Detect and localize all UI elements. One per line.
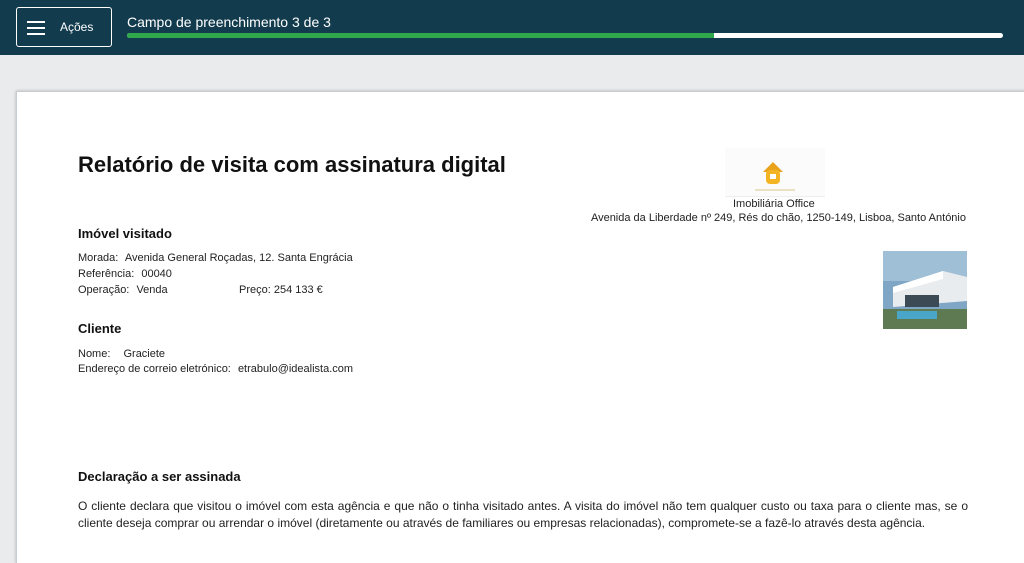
actions-button[interactable]: Ações <box>16 7 112 47</box>
property-address-value: Avenida General Roçadas, 12. Santa Engrá… <box>124 252 353 264</box>
property-operation-row: Operação: Venda <box>78 284 168 296</box>
property-reference-value: 00040 <box>141 268 172 280</box>
client-name-label: Nome: <box>78 348 111 360</box>
progress-bar <box>127 33 1003 38</box>
client-email-value: etrabulo@idealista.com <box>237 363 354 375</box>
top-bar: Ações Campo de preenchimento 3 de 3 <box>0 0 1024 55</box>
client-name-value: Graciete <box>123 348 166 360</box>
property-reference-row: Referência: 00040 <box>78 268 172 280</box>
menu-icon <box>27 21 45 35</box>
property-price-row: Preço: 254 133 € <box>239 284 323 296</box>
progress-bar-fill <box>127 33 714 38</box>
property-reference-label: Referência: <box>78 268 135 280</box>
agency-name: Imobiliária Office <box>733 198 815 210</box>
client-name-row: Nome: Graciete <box>78 348 165 360</box>
declaration-text: O cliente declara que visitou o imóvel c… <box>78 499 968 530</box>
property-section-title: Imóvel visitado <box>78 226 172 241</box>
agency-logo <box>725 148 825 197</box>
progress-text: Campo de preenchimento 3 de 3 <box>127 14 331 30</box>
document-title: Relatório de visita com assinatura digit… <box>78 152 506 177</box>
property-photo <box>883 251 967 329</box>
client-email-row: Endereço de correio eletrónico: etrabulo… <box>78 363 353 375</box>
property-operation-label: Operação: <box>78 284 130 296</box>
property-price-value: 254 133 € <box>273 284 323 296</box>
property-address-row: Morada: Avenida General Roçadas, 12. San… <box>78 252 353 264</box>
client-email-label: Endereço de correio eletrónico: <box>78 363 231 375</box>
document-page: Relatório de visita com assinatura digit… <box>16 91 1024 563</box>
property-operation-value: Venda <box>136 284 168 296</box>
property-price-label: Preço: <box>239 284 271 296</box>
property-address-label: Morada: <box>78 252 119 264</box>
actions-label: Ações <box>60 20 94 34</box>
declaration-section-title: Declaração a ser assinada <box>78 469 241 484</box>
client-section-title: Cliente <box>78 321 122 336</box>
agency-address: Avenida da Liberdade nº 249, Rés do chão… <box>590 212 966 224</box>
